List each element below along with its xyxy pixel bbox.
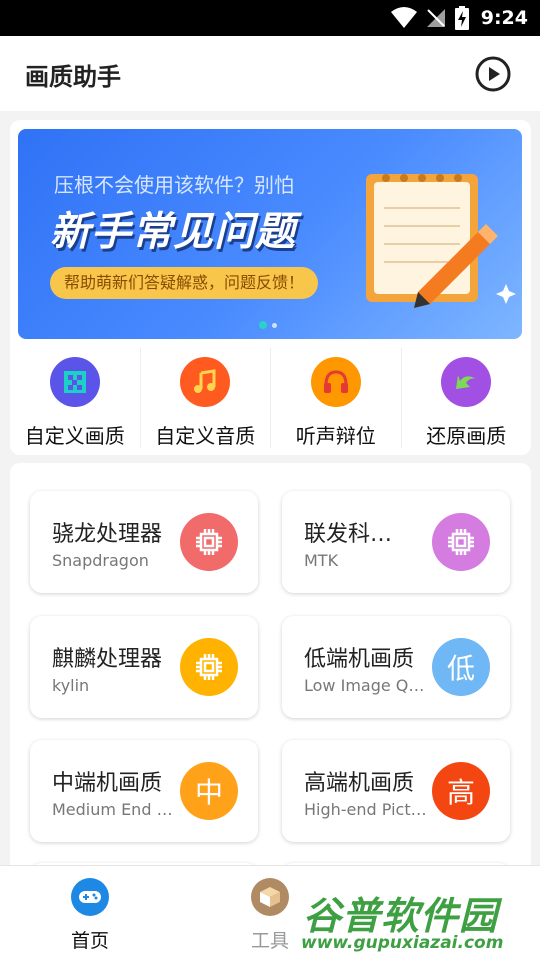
quick-actions: 自定义画质 自定义音质 听声辩位 还原画质 xyxy=(10,348,531,448)
tile-high-end[interactable]: 高端机画质 High-end Picture 高 xyxy=(282,740,510,842)
quick-action-listen-position[interactable]: 听声辩位 xyxy=(271,348,402,448)
tile-title: 低端机画质 xyxy=(304,647,415,672)
quick-action-label: 还原画质 xyxy=(426,424,507,448)
banner-headline: 新手常见问题 xyxy=(50,209,296,255)
app-bar: 画质助手 xyxy=(0,36,540,111)
play-circle-icon[interactable] xyxy=(474,55,512,93)
tile-title: 高端机画质 xyxy=(304,771,415,796)
tile-title: 骁龙处理器 xyxy=(52,522,163,547)
banner-subtitle: 压根不会使用该软件？别怕 xyxy=(54,173,294,197)
banner-pill: 帮助萌新们答疑解惑，问题反馈！ xyxy=(50,267,319,299)
quick-action-label: 自定义音质 xyxy=(155,424,256,448)
chip-icon xyxy=(432,513,490,571)
tile-low-end[interactable]: 低端机画质 Low Image Quality 低 xyxy=(282,616,510,718)
status-bar: 9:24 xyxy=(0,0,540,36)
high-badge: 高 xyxy=(432,762,490,820)
image-quality-icon xyxy=(49,357,100,407)
wifi-icon xyxy=(390,7,417,28)
help-banner[interactable]: 压根不会使用该软件？别怕 新手常见问题 帮助萌新们答疑解惑，问题反馈！ xyxy=(18,129,522,339)
low-badge: 低 xyxy=(432,638,490,696)
clock: 9:24 xyxy=(480,7,528,29)
tile-subtitle: Medium End Picture xyxy=(52,800,180,819)
quick-action-custom-sound[interactable]: 自定义音质 xyxy=(141,348,271,448)
signal-off-icon xyxy=(426,9,445,27)
top-card: 压根不会使用该软件？别怕 新手常见问题 帮助萌新们答疑解惑，问题反馈！ 自定义画… xyxy=(10,120,531,455)
carousel-dot-active xyxy=(259,321,267,329)
tile-title: 联发科处理器 xyxy=(304,522,412,547)
undo-arrow-icon xyxy=(441,357,492,407)
quick-action-restore[interactable]: 还原画质 xyxy=(402,348,532,448)
page-title: 画质助手 xyxy=(25,63,121,91)
carousel-dot xyxy=(272,322,277,328)
quick-action-custom-image[interactable]: 自定义画质 xyxy=(10,348,141,448)
battery-charging-icon xyxy=(454,6,469,30)
music-note-icon xyxy=(180,357,231,407)
carousel-indicator xyxy=(259,321,277,329)
processor-grid: 骁龙处理器 Snapdragon 联发科处理器 MTK 麒麟处理器 kylin xyxy=(10,463,531,883)
tile-kylin[interactable]: 麒麟处理器 kylin xyxy=(30,616,258,718)
mid-badge: 中 xyxy=(180,762,238,820)
watermark-brand: 谷普软件园 xyxy=(303,894,499,938)
chip-icon xyxy=(180,513,238,571)
box-icon xyxy=(251,878,289,916)
quick-action-label: 听声辩位 xyxy=(295,424,376,448)
gamepad-icon xyxy=(71,878,109,916)
headphones-icon xyxy=(310,357,361,407)
tile-snapdragon[interactable]: 骁龙处理器 Snapdragon xyxy=(30,491,258,593)
nav-home[interactable]: 首页 xyxy=(45,878,135,953)
quick-action-label: 自定义画质 xyxy=(24,424,125,448)
chip-icon xyxy=(180,638,238,696)
tile-subtitle: Low Image Quality xyxy=(304,676,432,695)
notepad-pencil-icon xyxy=(366,174,516,308)
nav-label: 首页 xyxy=(70,930,109,952)
tile-mtk[interactable]: 联发科处理器 MTK xyxy=(282,491,510,593)
watermark: 谷普软件园 www.gupuxiazai.com xyxy=(295,883,540,958)
tile-subtitle: Snapdragon xyxy=(52,551,149,570)
tile-subtitle: MTK xyxy=(304,551,339,570)
tile-title: 中端机画质 xyxy=(52,771,163,796)
tile-title: 麒麟处理器 xyxy=(52,647,163,672)
tile-subtitle: kylin xyxy=(52,676,90,695)
watermark-url: www.gupuxiazai.com xyxy=(301,933,504,953)
tile-mid-end[interactable]: 中端机画质 Medium End Picture 中 xyxy=(30,740,258,842)
tile-subtitle: High-end Picture xyxy=(304,800,432,819)
